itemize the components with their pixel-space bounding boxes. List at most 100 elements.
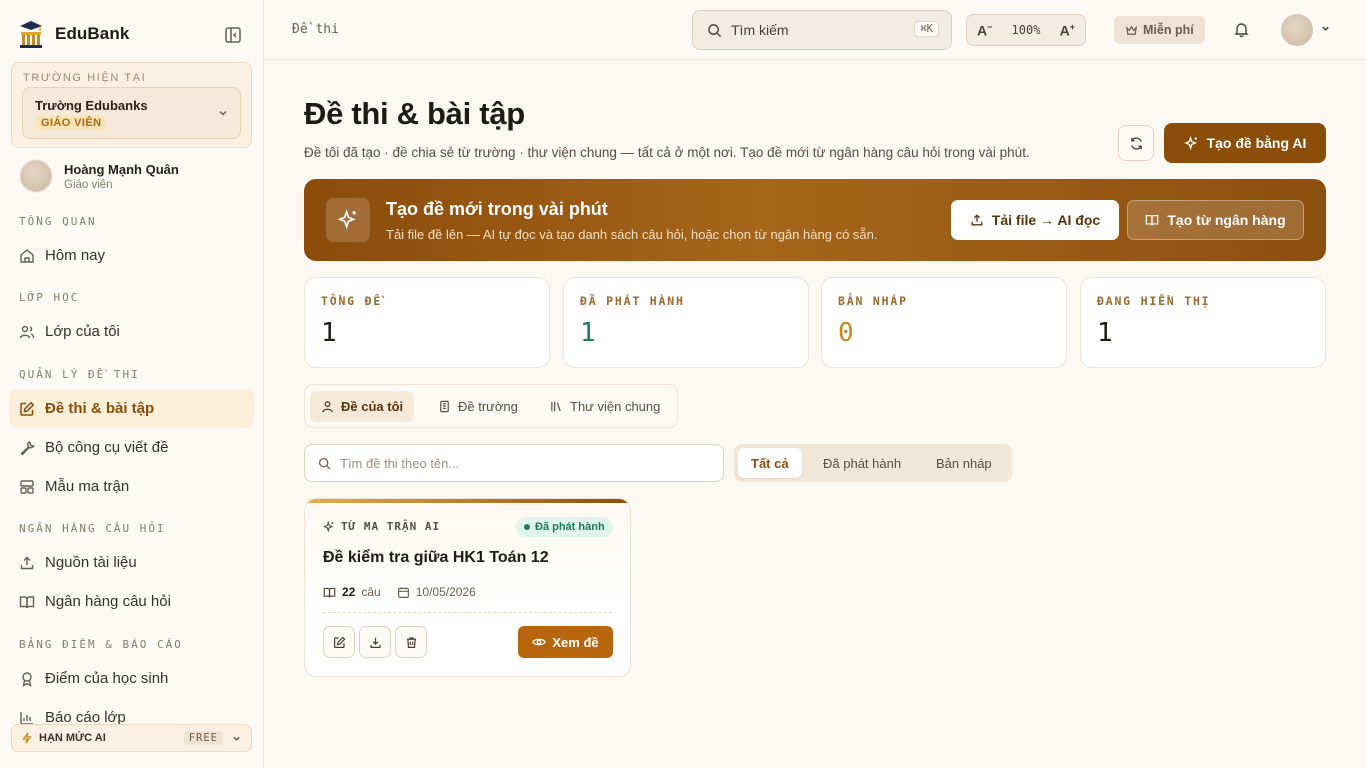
upload-icon [971, 214, 983, 226]
exam-search-input[interactable]: Tìm đề thi theo tên... [304, 444, 724, 482]
stat-label: ĐÃ PHÁT HÀNH [580, 294, 685, 308]
bell-icon[interactable] [1233, 21, 1250, 38]
book-open-icon [19, 595, 35, 608]
nav-section-classes: LỚP HỌC [19, 291, 80, 304]
download-icon [369, 637, 381, 648]
sidebar-item-matrix[interactable]: Mẫu ma trận [9, 467, 254, 506]
library-icon [551, 401, 561, 412]
question-unit: câu [361, 585, 381, 599]
school-logo-icon [20, 21, 42, 48]
exam-title[interactable]: Đề kiểm tra giữa HK1 Toán 12 [323, 549, 549, 567]
collapse-sidebar-icon[interactable] [224, 26, 242, 44]
grid-layout-icon [20, 479, 34, 494]
download-exam-button[interactable] [359, 626, 391, 658]
status-filter: Tất cả Đã phát hành Bản nháp [734, 444, 1012, 482]
sidebar-item-sources[interactable]: Nguồn tài liệu [9, 543, 254, 582]
edit-exam-button[interactable] [323, 626, 355, 658]
search-input[interactable]: Tìm kiếm ⌘K [692, 10, 952, 50]
users-icon [19, 325, 35, 338]
stat-value: 1 [321, 318, 337, 348]
search-icon [318, 457, 331, 469]
search-icon [708, 23, 722, 37]
chevron-down-icon [219, 110, 227, 116]
banner-title: Tạo đề mới trong vài phút [386, 199, 608, 219]
building-icon [440, 400, 449, 413]
chevron-down-icon[interactable] [1320, 23, 1331, 34]
zoom-in-button[interactable]: A+ [1060, 22, 1075, 39]
view-exam-button[interactable]: Xem đề [518, 626, 613, 658]
sidebar-item-today[interactable]: Hôm nay [9, 236, 254, 275]
plan-button[interactable]: Miễn phí [1114, 16, 1205, 44]
award-icon [22, 671, 32, 687]
create-ai-exam-button[interactable]: Tạo đề bằng AI [1164, 123, 1326, 163]
tab-library[interactable]: Thư viện chung [539, 391, 671, 422]
sparkle-icon [326, 198, 370, 242]
banner-subtitle: Tải file đề lên — AI tự đọc và tạo danh … [386, 227, 878, 242]
plan-badge: FREE [183, 731, 223, 745]
zoom-out-button[interactable]: A− [977, 22, 992, 39]
ai-quota[interactable]: HẠN MỨC AI FREE [11, 724, 252, 752]
sidebar-item-toolkit[interactable]: Bộ công cụ viết đề [9, 428, 254, 467]
tab-school-exams[interactable]: Đề trường [427, 391, 529, 422]
stat-label: BẢN NHÁP [838, 294, 908, 308]
filter-all[interactable]: Tất cả [738, 448, 802, 478]
school-select[interactable]: Trường Edubanks GIÁO VIÊN [22, 87, 241, 139]
tab-my-exams[interactable]: Đề của tôi [310, 391, 415, 422]
stat-card-published: ĐÃ PHÁT HÀNH 1 [563, 277, 809, 368]
sidebar-item-label: Đề thi & bài tập [45, 400, 155, 417]
create-from-bank-button[interactable]: Tạo từ ngân hàng [1127, 200, 1304, 240]
question-count: 22 [342, 585, 356, 599]
exam-card[interactable]: TỪ MA TRẬN AI Đã phát hành Đề kiểm tra g… [304, 498, 631, 677]
sidebar-item-my-classes[interactable]: Lớp của tôi [9, 312, 254, 351]
filter-draft[interactable]: Bản nháp [923, 448, 1005, 478]
card-accent-bar [305, 499, 630, 503]
topbar: Đề thi Tìm kiếm ⌘K A− 100% A+ Miễn phí [264, 0, 1366, 60]
user-icon [322, 401, 333, 413]
delete-exam-button[interactable] [395, 626, 427, 658]
brand[interactable]: EduBank [17, 18, 129, 50]
lightning-icon [22, 732, 32, 744]
stat-value: 1 [1097, 318, 1113, 348]
stat-card-draft: BẢN NHÁP 0 [821, 277, 1067, 368]
refresh-button[interactable] [1118, 125, 1154, 161]
book-open-icon [1146, 215, 1159, 226]
wrench-icon [20, 440, 35, 456]
calendar-icon [397, 586, 409, 598]
user-name: Hoàng Mạnh Quân [64, 161, 179, 177]
search-placeholder: Tìm kiếm [731, 22, 789, 38]
page-title: Đề thi & bài tập [304, 96, 525, 131]
edit-icon [20, 401, 35, 416]
sidebar-item-exams[interactable]: Đề thi & bài tập [9, 389, 254, 428]
upload-icon [20, 556, 34, 569]
sidebar-item-label: Nguồn tài liệu [45, 554, 137, 571]
stat-label: TỔNG ĐỀ [321, 294, 383, 308]
crown-icon [1125, 25, 1138, 35]
edit-icon [333, 636, 345, 648]
nav-section-question-bank: NGÂN HÀNG CÂU HỎI [19, 522, 166, 535]
user-role: Giáo viên [64, 178, 113, 191]
exam-scope-tabs: Đề của tôi Đề trường Thư viện chung [304, 384, 678, 428]
sidebar-item-scores[interactable]: Điểm của học sinh [9, 659, 254, 698]
exam-date: 10/05/2026 [415, 585, 476, 599]
chevron-down-icon [233, 736, 240, 741]
filter-published[interactable]: Đã phát hành [810, 448, 914, 478]
stat-value: 1 [580, 318, 596, 348]
sidebar-item-label: Ngân hàng câu hỏi [45, 593, 171, 610]
stat-card-visible: ĐANG HIỂN THỊ 1 [1080, 277, 1326, 368]
stat-label: ĐANG HIỂN THỊ [1097, 294, 1211, 308]
upload-file-button[interactable]: Tải file → AI đọc [951, 200, 1119, 240]
sidebar-item-question-bank[interactable]: Ngân hàng câu hỏi [9, 582, 254, 621]
school-switcher: TRƯỜNG HIỆN TẠI Trường Edubanks GIÁO VIÊ… [11, 62, 252, 148]
avatar [20, 160, 52, 192]
search-shortcut: ⌘K [914, 21, 939, 37]
sparkle-icon [1183, 135, 1197, 150]
sidebar-item-label: Lớp của tôi [45, 323, 120, 340]
user-profile[interactable]: Hoàng Mạnh Quân Giáo viên [20, 160, 179, 192]
trash-icon [406, 636, 416, 648]
search-placeholder: Tìm đề thi theo tên... [340, 455, 460, 471]
sidebar: EduBank TRƯỜNG HIỆN TẠI Trường Edubanks … [0, 0, 264, 768]
status-dot [524, 524, 530, 530]
avatar[interactable] [1281, 14, 1313, 46]
sidebar-item-label: Hôm nay [45, 247, 106, 264]
breadcrumb[interactable]: Đề thi [292, 22, 339, 37]
